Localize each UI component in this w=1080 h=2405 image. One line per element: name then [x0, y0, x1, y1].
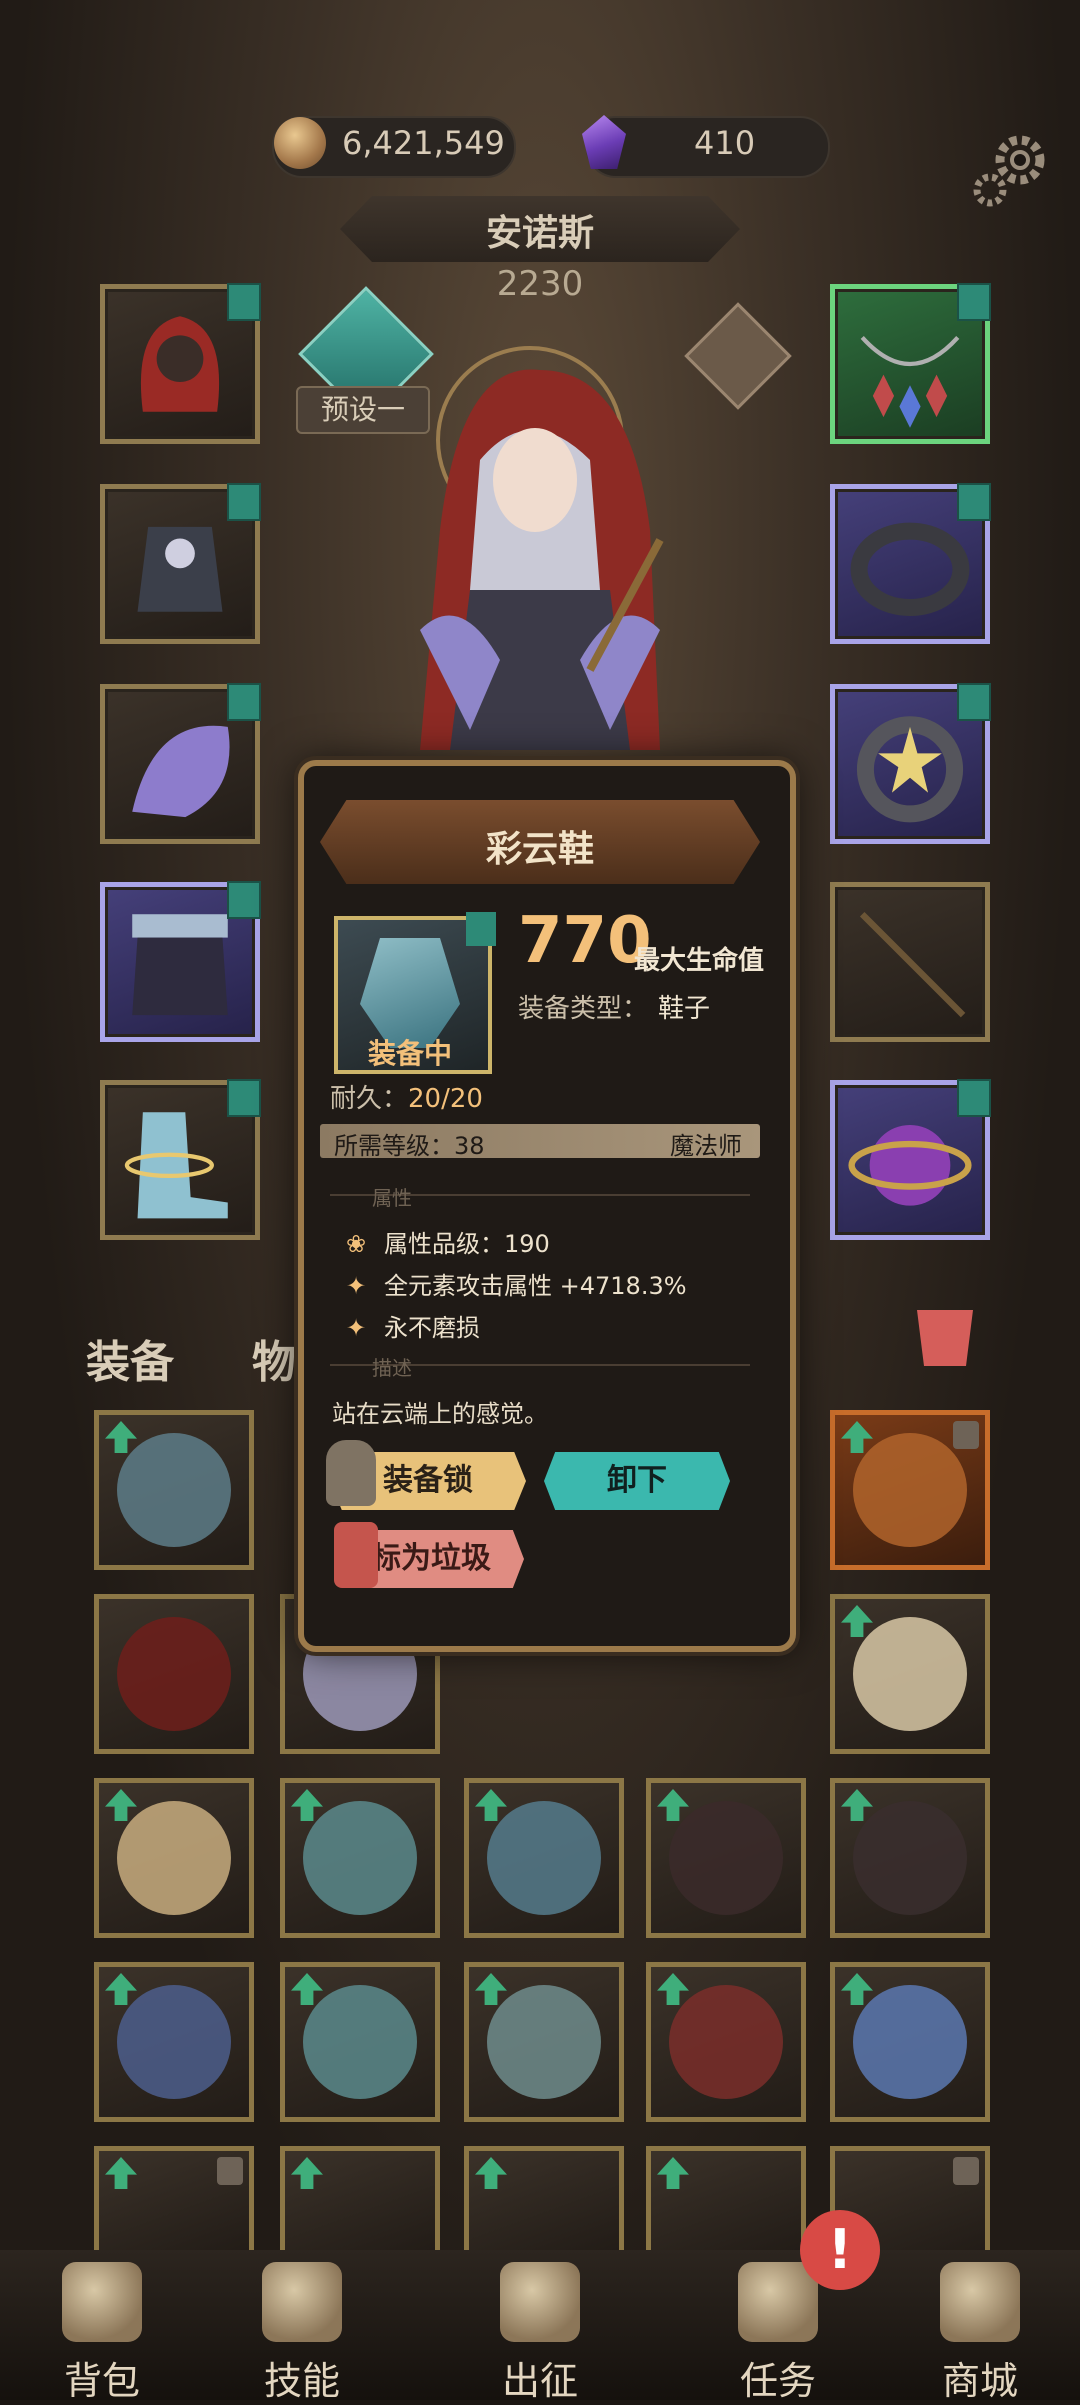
- hero-name: 安诺斯: [485, 213, 594, 254]
- hero-power: 2230: [496, 264, 584, 304]
- sparkle-icon: ✦: [346, 1272, 367, 1300]
- required-class: 魔法师: [670, 1132, 742, 1160]
- upgrade-arrow-icon: [657, 1789, 689, 1821]
- attribute-line: ✦ 全元素攻击属性 +4718.3%: [346, 1272, 687, 1300]
- upgrade-arrow-icon: [105, 2157, 137, 2189]
- equip-slot-weapon[interactable]: [830, 882, 990, 1042]
- equip-slot-ring-2[interactable]: [830, 683, 991, 844]
- upgrade-arrow-icon: [105, 1973, 137, 2005]
- lantern-icon: [334, 1522, 378, 1588]
- attr-section-label: 属性: [372, 1186, 412, 1210]
- upgrade-arrow-icon: [105, 1789, 137, 1821]
- attribute-line: ❀ 属性品级：190: [346, 1230, 550, 1258]
- equip-slot-armor[interactable]: [100, 483, 261, 644]
- equip-slot-necklace[interactable]: [830, 283, 991, 444]
- skill-book-icon: [262, 2262, 342, 2342]
- inventory-slot[interactable]: [94, 2146, 254, 2256]
- inventory-slot[interactable]: [464, 2146, 624, 2256]
- inventory-slot[interactable]: [94, 1778, 254, 1938]
- inventory-slot[interactable]: [830, 1410, 990, 1570]
- bag-icon: [62, 2262, 142, 2342]
- quest-scroll-icon: [738, 2262, 818, 2342]
- nav-shop[interactable]: 商城: [900, 2250, 1060, 2403]
- upgrade-arrow-icon: [105, 1421, 137, 1453]
- inventory-slot[interactable]: [280, 1962, 440, 2122]
- hero-portrait: [420, 346, 664, 750]
- lock-icon: [217, 2157, 243, 2185]
- inventory-slot[interactable]: [280, 1778, 440, 1938]
- quality-tag: [466, 912, 496, 946]
- gem-amount: 410: [694, 124, 756, 162]
- upgrade-arrow-icon: [475, 1789, 507, 1821]
- gold-coin-icon: [274, 117, 326, 169]
- inventory-slot[interactable]: [464, 1778, 624, 1938]
- inventory-slot[interactable]: [830, 1594, 990, 1754]
- main-stat-value: 770: [518, 904, 652, 978]
- tab-equipment[interactable]: 装备: [86, 1326, 174, 1390]
- durability: 耐久：20/20: [330, 1084, 483, 1114]
- equip-slot-ring-1[interactable]: [830, 483, 991, 644]
- shop-icon: [940, 2262, 1020, 2342]
- upgrade-arrow-icon: [841, 1605, 873, 1637]
- upgrade-arrow-icon: [291, 1973, 323, 2005]
- upgrade-arrow-icon: [291, 1789, 323, 1821]
- required-level: 所需等级：38: [334, 1132, 485, 1160]
- nav-label: 出征: [501, 2359, 578, 2403]
- equip-slot-cloak[interactable]: [100, 683, 261, 844]
- nav-skills[interactable]: 技能: [222, 2250, 382, 2403]
- inventory-slot[interactable]: [646, 1962, 806, 2122]
- inventory-slot[interactable]: [830, 1962, 990, 2122]
- inventory-slot[interactable]: [280, 2146, 440, 2256]
- upgrade-arrow-icon: [657, 2157, 689, 2189]
- upgrade-arrow-icon: [841, 1421, 873, 1453]
- padlock-icon: [326, 1440, 376, 1506]
- item-description: 站在云端上的感觉。: [332, 1400, 548, 1428]
- equip-slot-boots[interactable]: [100, 1079, 261, 1240]
- item-name: 彩云鞋: [485, 829, 594, 870]
- equipment-type: 装备类型： 鞋子: [518, 994, 711, 1024]
- inventory-slot[interactable]: [94, 1410, 254, 1570]
- upgrade-arrow-icon: [475, 1973, 507, 2005]
- upgrade-arrow-icon: [291, 2157, 323, 2189]
- inventory-slot[interactable]: [646, 1778, 806, 1938]
- equipped-status: 装备中: [367, 1037, 452, 1070]
- alert-badge[interactable]: !: [800, 2210, 880, 2290]
- equip-slot-belt[interactable]: [100, 881, 261, 1042]
- nav-label: 任务: [739, 2359, 816, 2403]
- lotus-icon: ❀: [346, 1230, 367, 1258]
- attribute-line: ✦ 永不磨损: [346, 1314, 480, 1342]
- sparkle-icon: ✦: [346, 1314, 367, 1342]
- unequip-button[interactable]: 卸下: [544, 1452, 730, 1510]
- settings-gear-icon[interactable]: [972, 130, 1052, 210]
- equip-slot-helmet[interactable]: [100, 283, 261, 444]
- upgrade-arrow-icon: [841, 1973, 873, 2005]
- equip-slot-orb[interactable]: [830, 1079, 991, 1240]
- inventory-slot[interactable]: [94, 1594, 254, 1754]
- upgrade-arrow-icon: [657, 1973, 689, 2005]
- nav-label: 技能: [263, 2359, 340, 2403]
- nav-bag[interactable]: 背包: [22, 2250, 182, 2403]
- upgrade-arrow-icon: [475, 2157, 507, 2189]
- nav-label: 商城: [941, 2359, 1018, 2403]
- lock-icon: [953, 2157, 979, 2185]
- inventory-slot[interactable]: [646, 2146, 806, 2256]
- gold-amount: 6,421,549: [342, 124, 505, 162]
- lock-icon: [953, 1421, 979, 1449]
- desc-section-label: 描述: [372, 1356, 412, 1380]
- inventory-slot[interactable]: [94, 1962, 254, 2122]
- nav-battle[interactable]: 出征: [460, 2250, 620, 2403]
- inventory-slot[interactable]: [830, 1778, 990, 1938]
- nav-label: 背包: [63, 2359, 140, 2403]
- battle-icon: [500, 2262, 580, 2342]
- upgrade-arrow-icon: [841, 1789, 873, 1821]
- main-stat-name: 最大生命值: [634, 946, 765, 976]
- inventory-slot[interactable]: [464, 1962, 624, 2122]
